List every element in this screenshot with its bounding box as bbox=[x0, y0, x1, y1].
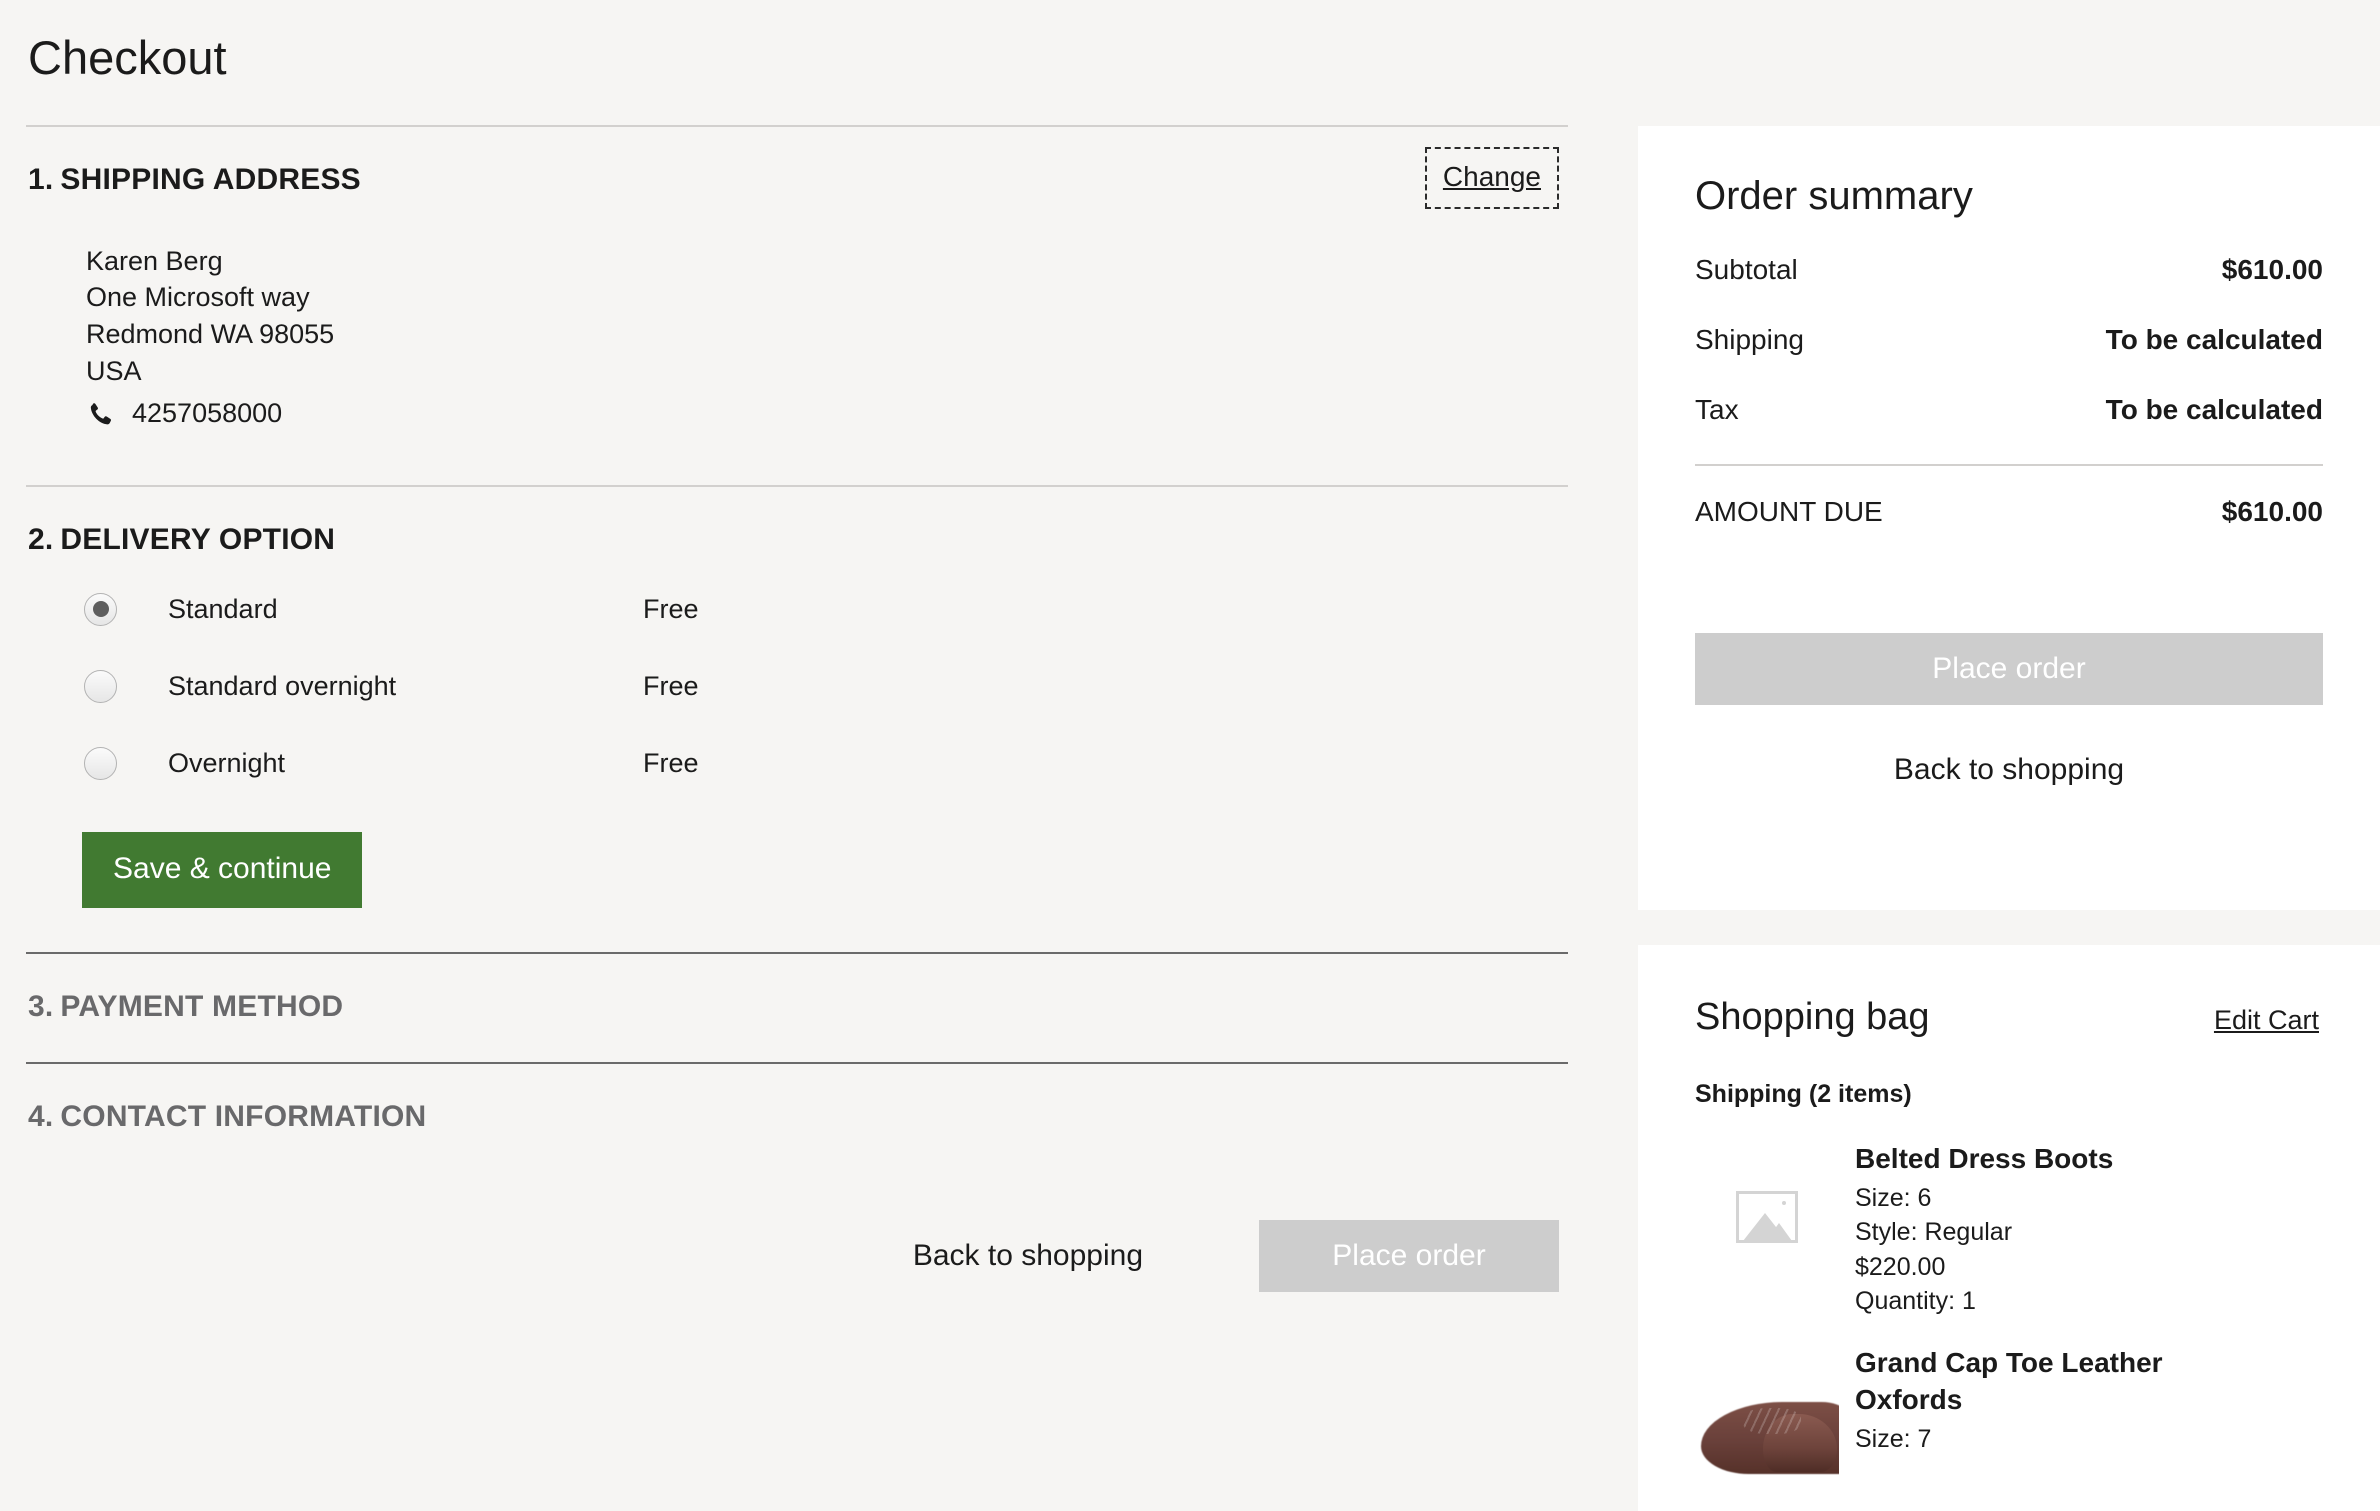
delivery-option-row[interactable]: Overnight Free bbox=[84, 737, 1568, 789]
checkout-sidebar: Order summary Subtotal $610.00 Shipping … bbox=[1638, 0, 2380, 1511]
order-summary-card: Order summary Subtotal $610.00 Shipping … bbox=[1638, 126, 2380, 910]
order-summary-title: Order summary bbox=[1695, 174, 1973, 218]
summary-row-subtotal: Subtotal $610.00 bbox=[1695, 254, 2323, 286]
summary-value-tax: To be calculated bbox=[2105, 394, 2323, 425]
place-order-button[interactable]: Place order bbox=[1259, 1220, 1559, 1293]
delivery-option-label: DELIVERY OPTION bbox=[60, 523, 336, 557]
summary-row-tax: Tax To be calculated bbox=[1695, 394, 2323, 426]
delivery-label-overnight: Overnight bbox=[168, 747, 286, 778]
phone-icon bbox=[86, 401, 113, 428]
payment-section-spacer bbox=[26, 1024, 1568, 1062]
summary-total-divider bbox=[1695, 464, 2323, 466]
brown-oxford-shoe-photo bbox=[1695, 1356, 1839, 1476]
delivery-option-title: 2. DELIVERY OPTION bbox=[26, 523, 1568, 557]
address-street: One Microsoft way bbox=[86, 282, 310, 313]
delivery-option-row[interactable]: Standard overnight Free bbox=[84, 660, 1568, 712]
shipping-address-label: SHIPPING ADDRESS bbox=[60, 162, 361, 196]
bag-item-style: Style: Regular bbox=[1855, 1218, 2013, 1247]
address-phone-number: 4257058000 bbox=[132, 397, 283, 428]
bag-item-details: Belted Dress Boots Size: 6 Style: Regula… bbox=[1839, 1137, 2113, 1319]
save-and-continue-button[interactable]: Save & continue bbox=[82, 832, 363, 909]
bag-item-quantity: Quantity: 1 bbox=[1855, 1287, 1976, 1316]
delivery-section-spacer bbox=[26, 908, 1568, 952]
bag-item-thumbnail bbox=[1695, 1341, 1839, 1491]
delivery-label-standard-overnight: Standard overnight bbox=[168, 670, 397, 701]
shipping-section-spacer bbox=[26, 431, 1568, 485]
bag-item-details: Grand Cap Toe Leather Oxfords Size: 7 bbox=[1839, 1341, 2235, 1456]
checkout-main-column: Checkout 1. SHIPPING ADDRESS Change Karen… bbox=[0, 0, 1610, 1511]
address-phone-row: 4257058000 bbox=[86, 395, 1568, 432]
summary-value-shipping: To be calculated bbox=[2105, 324, 2323, 355]
sidebar-place-order-button[interactable]: Place order bbox=[1695, 633, 2323, 705]
section-contact-information[interactable]: 4. CONTACT INFORMATION bbox=[26, 1064, 1568, 1134]
delivery-price-overnight: Free bbox=[643, 747, 699, 778]
bottom-action-bar: Back to shopping Place order bbox=[26, 1220, 1568, 1293]
page-title: Checkout bbox=[28, 31, 227, 84]
edit-cart-link[interactable]: Edit Cart bbox=[2214, 1005, 2319, 1036]
section-shipping-address: 1. SHIPPING ADDRESS Change Karen Berg One… bbox=[26, 127, 1568, 486]
delivery-label-standard: Standard bbox=[168, 593, 278, 624]
bag-item: Grand Cap Toe Leather Oxfords Size: 7 bbox=[1695, 1341, 2323, 1491]
contact-information-number: 4. bbox=[28, 1100, 54, 1134]
payment-method-label: PAYMENT METHOD bbox=[60, 990, 344, 1024]
summary-row-shipping: Shipping To be calculated bbox=[1695, 324, 2323, 356]
section-payment-method[interactable]: 3. PAYMENT METHOD bbox=[26, 954, 1568, 1062]
shipping-address-number: 1. bbox=[28, 162, 54, 196]
section-delivery-option: 2. DELIVERY OPTION Standard Free Standard… bbox=[26, 487, 1568, 952]
bag-item-size: Size: 6 bbox=[1855, 1183, 1932, 1212]
address-city-state-zip: Redmond WA 98055 bbox=[86, 319, 335, 350]
delivery-options-list: Standard Free Standard overnight Free Ov… bbox=[26, 583, 1568, 789]
shopping-bag-header: Shopping bag Edit Cart bbox=[1695, 996, 2323, 1039]
bag-item-name: Grand Cap Toe Leather Oxfords bbox=[1855, 1346, 2163, 1415]
shipping-group-label: Shipping (2 items) bbox=[1695, 1079, 1912, 1108]
payment-method-number: 3. bbox=[28, 990, 54, 1024]
image-placeholder-icon bbox=[1736, 1190, 1798, 1243]
radio-standard-overnight[interactable] bbox=[84, 669, 117, 703]
shipping-address-header: 1. SHIPPING ADDRESS Change bbox=[26, 146, 1568, 209]
shipping-address-title: 1. SHIPPING ADDRESS bbox=[26, 163, 361, 197]
contact-information-title: 4. CONTACT INFORMATION bbox=[26, 1100, 1568, 1134]
shipping-address-details: Karen Berg One Microsoft way Redmond WA … bbox=[26, 243, 1568, 432]
summary-value-subtotal: $610.00 bbox=[2221, 254, 2323, 285]
change-address-button[interactable]: Change bbox=[1424, 146, 1559, 209]
summary-label-tax: Tax bbox=[1695, 394, 1739, 425]
shopping-bag-title: Shopping bag bbox=[1695, 996, 1930, 1038]
delivery-price-standard: Free bbox=[643, 593, 699, 624]
summary-value-amount-due: $610.00 bbox=[2221, 496, 2323, 527]
checkout-page: Checkout 1. SHIPPING ADDRESS Change Karen… bbox=[0, 0, 2380, 1511]
summary-label-shipping: Shipping bbox=[1695, 324, 1804, 355]
bag-item-thumbnail bbox=[1695, 1137, 1839, 1297]
contact-information-label: CONTACT INFORMATION bbox=[60, 1100, 427, 1134]
radio-overnight[interactable] bbox=[84, 746, 117, 780]
summary-label-subtotal: Subtotal bbox=[1695, 254, 1798, 285]
bag-item-price: $220.00 bbox=[1855, 1252, 1946, 1281]
bag-item: Belted Dress Boots Size: 6 Style: Regula… bbox=[1695, 1137, 2323, 1319]
radio-standard[interactable] bbox=[84, 592, 117, 626]
shopping-bag-card: Shopping bag Edit Cart Shipping (2 items… bbox=[1638, 945, 2380, 1511]
address-country: USA bbox=[86, 355, 142, 386]
back-to-shopping-link[interactable]: Back to shopping bbox=[913, 1239, 1143, 1273]
summary-label-amount-due: AMOUNT DUE bbox=[1695, 496, 1883, 527]
bag-item-name: Belted Dress Boots bbox=[1855, 1142, 2114, 1174]
summary-row-amount-due: AMOUNT DUE $610.00 bbox=[1695, 496, 2323, 528]
bag-item-size: Size: 7 bbox=[1855, 1424, 1932, 1453]
delivery-option-row[interactable]: Standard Free bbox=[84, 583, 1568, 635]
address-name: Karen Berg bbox=[86, 245, 223, 276]
delivery-price-standard-overnight: Free bbox=[643, 670, 699, 701]
delivery-option-number: 2. bbox=[28, 523, 54, 557]
sidebar-back-to-shopping-link[interactable]: Back to shopping bbox=[1695, 752, 2323, 788]
payment-method-title: 3. PAYMENT METHOD bbox=[26, 990, 1568, 1024]
